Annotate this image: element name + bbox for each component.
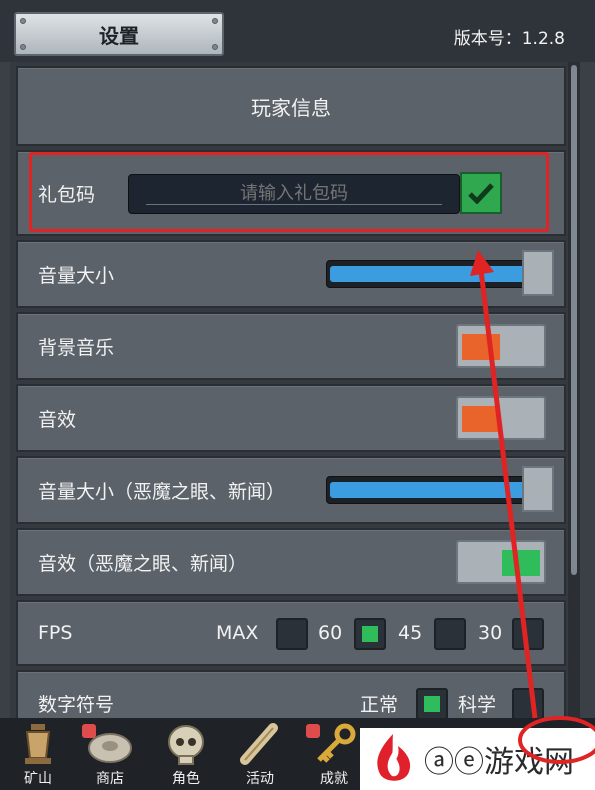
scrollbar-thumb[interactable]: [571, 65, 577, 575]
fps-option-max-checkbox[interactable]: [276, 618, 308, 650]
sfx-evil-eye-toggle[interactable]: [456, 540, 546, 584]
skull-icon: [168, 725, 204, 765]
settings-list[interactable]: 玩家信息 礼包码 音量大小 背景音乐: [10, 62, 578, 718]
screw-icon: [20, 44, 26, 50]
nav-achievements[interactable]: 成就: [304, 722, 364, 790]
sfx-evil-eye-row: 音效（恶魔之眼、新闻）: [16, 528, 566, 596]
nav-achievements-label: 成就: [320, 771, 348, 787]
settings-screen: 设置 版本号：1.2.8 玩家信息 礼包码 音量大小: [0, 0, 595, 790]
fps-option-45-checkbox[interactable]: [434, 618, 466, 650]
nav-events[interactable]: 活动: [230, 722, 290, 790]
watermark-text: ⓐⓔ游戏网: [424, 745, 574, 780]
fps-option-45-label: 45: [398, 622, 423, 644]
lantern-icon: [25, 724, 51, 764]
settings-tab[interactable]: 设置: [14, 12, 224, 56]
number-format-label: 数字符号: [38, 693, 115, 716]
version-label: 版本号：1.2.8: [453, 29, 565, 49]
volume-slider-fill: [330, 266, 530, 282]
gift-code-row: 礼包码: [16, 150, 566, 236]
screw-icon: [212, 18, 218, 24]
scroll-icon: [240, 723, 278, 765]
volume-evil-eye-label: 音量大小（恶魔之眼、新闻）: [38, 480, 286, 503]
volume-evil-eye-row: 音量大小（恶魔之眼、新闻）: [16, 456, 566, 524]
bgm-row: 背景音乐: [16, 312, 566, 380]
nav-shop-label: 商店: [96, 771, 124, 787]
fps-label: FPS: [38, 622, 73, 644]
fps-row: FPS MAX 60 45 30: [16, 600, 566, 666]
volume-evil-eye-slider-handle[interactable]: [522, 466, 554, 512]
fps-option-60-label: 60: [318, 622, 343, 644]
sfx-toggle[interactable]: [456, 396, 546, 440]
number-format-normal-label: 正常: [360, 693, 399, 716]
screw-icon: [20, 18, 26, 24]
fps-option-30-checkbox[interactable]: [512, 618, 544, 650]
nav-mine-label: 矿山: [24, 771, 52, 787]
player-info-label: 玩家信息: [251, 95, 331, 120]
highlight-box: [29, 152, 549, 232]
number-format-row: 数字符号 正常 科学: [16, 670, 566, 718]
flame-logo-icon: [377, 734, 411, 781]
toggle-knob: [462, 334, 500, 360]
screw-icon: [212, 44, 218, 50]
nav-shop[interactable]: 商店: [80, 722, 140, 790]
number-format-science-label: 科学: [458, 693, 497, 716]
toggle-knob: [502, 550, 540, 576]
volume-slider-handle[interactable]: [522, 250, 554, 296]
settings-tab-label: 设置: [99, 23, 139, 48]
volume-evil-eye-slider-fill: [330, 482, 530, 498]
watermark: ⓐⓔ游戏网: [360, 728, 595, 790]
notification-badge: [306, 724, 320, 738]
nav-mine[interactable]: 矿山: [8, 722, 68, 790]
volume-evil-eye-slider[interactable]: [326, 476, 536, 504]
volume-slider[interactable]: [326, 260, 536, 288]
sfx-evil-eye-label: 音效（恶魔之眼、新闻）: [38, 552, 248, 575]
toggle-knob: [462, 406, 500, 432]
sfx-label: 音效: [38, 408, 77, 431]
volume-row: 音量大小: [16, 240, 566, 308]
fps-option-max-label: MAX: [216, 622, 259, 644]
sfx-row: 音效: [16, 384, 566, 452]
volume-label: 音量大小: [38, 264, 115, 287]
notification-badge: [82, 724, 96, 738]
player-info-button[interactable]: 玩家信息: [16, 66, 566, 146]
number-format-normal-checkbox[interactable]: [416, 688, 448, 718]
header: 设置 版本号：1.2.8: [0, 0, 595, 62]
bgm-label: 背景音乐: [38, 336, 115, 359]
bgm-toggle[interactable]: [456, 324, 546, 368]
fps-option-30-label: 30: [478, 622, 503, 644]
nav-events-label: 活动: [246, 771, 274, 787]
nav-character[interactable]: 角色: [156, 722, 216, 790]
number-format-science-checkbox[interactable]: [512, 688, 544, 718]
fps-option-60-checkbox[interactable]: [354, 618, 386, 650]
nav-character-label: 角色: [172, 771, 200, 787]
